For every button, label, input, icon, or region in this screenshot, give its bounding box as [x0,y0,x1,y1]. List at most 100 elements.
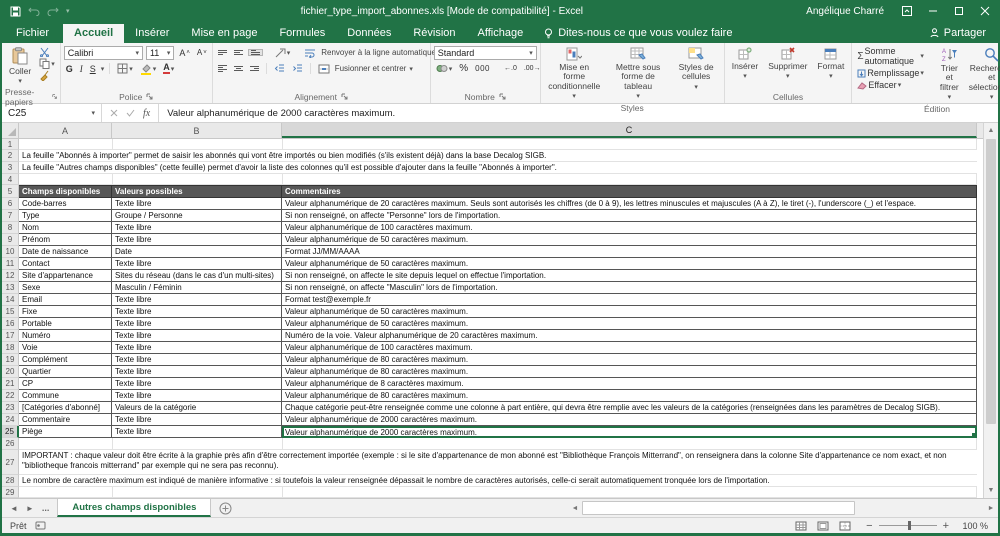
name-box[interactable]: C25 ▾ [2,104,102,122]
sheet-prev-icon[interactable]: ◄ [10,504,18,513]
scroll-left-icon[interactable]: ◄ [568,499,582,517]
cell-C6[interactable]: Valeur alphanumérique de 20 caractères m… [282,198,977,210]
underline-caret[interactable]: ▾ [101,65,105,73]
cell-A4[interactable] [19,174,977,185]
row-header-11[interactable]: 11 [2,258,19,270]
row-header-16[interactable]: 16 [2,318,19,330]
cell-A25[interactable]: Piège [19,426,112,438]
shrink-font-button[interactable]: A˅ [195,48,209,57]
insert-function-icon[interactable]: fx [143,108,150,119]
enter-icon[interactable] [126,109,135,117]
align-center-button[interactable] [232,66,245,71]
row-header-7[interactable]: 7 [2,210,19,222]
macro-record-icon[interactable] [35,521,46,530]
undo-icon[interactable] [28,7,40,16]
percent-style-button[interactable]: % [457,63,470,74]
cell-A12[interactable]: Site d'appartenance [19,270,112,282]
orientation-button[interactable]: ▾ [273,47,293,58]
cell-C18[interactable]: Valeur alphanumérique de 100 caractères … [282,342,977,354]
align-right-button[interactable] [248,66,261,71]
format-painter-button[interactable] [37,70,57,81]
cell-B14[interactable]: Texte libre [112,294,282,306]
tell-me-box[interactable]: Dites-nous ce que vous voulez faire [534,24,742,43]
cell-A23[interactable]: [Catégories d'abonné] [19,402,112,414]
cell-A20[interactable]: Quartier [19,366,112,378]
cell-B20[interactable]: Texte libre [112,366,282,378]
share-button[interactable]: Partager [918,24,998,43]
wrap-text-button[interactable] [302,48,318,58]
row-header-27[interactable]: 27 [2,450,19,475]
fill-color-button[interactable]: ▾ [138,63,159,75]
cell-A2[interactable]: La feuille "Abonnés à importer" permet d… [19,150,977,162]
cell-A11[interactable]: Contact [19,258,112,270]
cell-A22[interactable]: Commune [19,390,112,402]
zoom-level[interactable]: 100 % [958,521,988,531]
cell-B17[interactable]: Texte libre [112,330,282,342]
tab-mise-en-page[interactable]: Mise en page [180,24,268,43]
zoom-slider-thumb[interactable] [908,521,911,530]
cell-C12[interactable]: Si non renseigné, on affecte le site dep… [282,270,977,282]
vertical-scrollbar[interactable]: ▲ ▼ [983,123,998,498]
paste-button[interactable]: Coller ▾ [5,45,35,88]
cell-A17[interactable]: Numéro [19,330,112,342]
dialog-launcher-icon[interactable] [341,93,348,100]
decrease-decimal-button[interactable]: .00→ [522,65,543,72]
format-cells-button[interactable]: Format▾ [813,45,848,83]
merge-center-label[interactable]: Fusionner et centrer [335,64,407,73]
cell-A14[interactable]: Email [19,294,112,306]
minimize-button[interactable] [920,0,946,22]
cell-C23[interactable]: Chaque catégorie peut-être renseignée co… [282,402,977,414]
sheet-ellipsis[interactable]: ... [42,503,50,513]
increase-indent-button[interactable] [290,64,305,73]
cell-C13[interactable]: Si non renseigné, on affecte "Masculin" … [282,282,977,294]
row-header-9[interactable]: 9 [2,234,19,246]
cell-A6[interactable]: Code-barres [19,198,112,210]
cell-C20[interactable]: Valeur alphanumérique de 80 caractères m… [282,366,977,378]
row-header-17[interactable]: 17 [2,330,19,342]
cell-A21[interactable]: CP [19,378,112,390]
cell-A15[interactable]: Fixe [19,306,112,318]
insert-cells-button[interactable]: Insérer▾ [728,45,762,83]
tab-accueil[interactable]: Accueil [63,24,124,43]
font-color-button[interactable]: A▾ [161,63,176,74]
cell-styles-button[interactable]: Styles de cellules▾ [672,45,721,93]
tab-insérer[interactable]: Insérer [124,24,180,43]
close-button[interactable] [972,0,998,22]
cancel-icon[interactable] [110,109,118,117]
row-header-19[interactable]: 19 [2,354,19,366]
merge-center-button[interactable] [316,64,332,74]
row-header-15[interactable]: 15 [2,306,19,318]
cell-B16[interactable]: Texte libre [112,318,282,330]
cell-B12[interactable]: Sites du réseau (dans le cas d'un multi-… [112,270,282,282]
row-header-25[interactable]: 25 [2,426,19,438]
cell-A3[interactable]: La feuille "Autres champs disponibles" (… [19,162,977,174]
tab-données[interactable]: Données [336,24,402,43]
fill-button[interactable]: Remplissage▾ [855,68,926,78]
cell-C17[interactable]: Numéro de la voie. Valeur alphanumérique… [282,330,977,342]
delete-cells-button[interactable]: Supprimer▾ [764,45,811,83]
cell-A13[interactable]: Sexe [19,282,112,294]
cell-B15[interactable]: Texte libre [112,306,282,318]
row-header-5[interactable]: 5 [2,185,19,198]
cell-A26[interactable] [19,438,977,450]
decrease-indent-button[interactable] [272,64,287,73]
row-header-4[interactable]: 4 [2,174,19,185]
customize-qat-icon[interactable]: ▾ [66,7,70,15]
align-left-button[interactable] [216,65,229,72]
zoom-out-button[interactable]: − [866,520,872,532]
row-header-24[interactable]: 24 [2,414,19,426]
cell-A16[interactable]: Portable [19,318,112,330]
accounting-format-button[interactable]: ▾ [434,63,455,74]
cell-B19[interactable]: Texte libre [112,354,282,366]
cell-A10[interactable]: Date de naissance [19,246,112,258]
new-sheet-button[interactable] [211,499,239,517]
cell-C25[interactable]: Valeur alphanumérique de 2000 caractères… [282,426,977,438]
clear-button[interactable]: Effacer▾ [855,80,926,90]
cell-B11[interactable]: Texte libre [112,258,282,270]
column-header-B[interactable]: B [112,123,282,138]
normal-view-icon[interactable] [795,521,807,531]
cell-C8[interactable]: Valeur alphanumérique de 100 caractères … [282,222,977,234]
row-header-20[interactable]: 20 [2,366,19,378]
cell-C19[interactable]: Valeur alphanumérique de 80 caractères m… [282,354,977,366]
horizontal-scrollbar[interactable]: ◄ ► [568,499,998,517]
